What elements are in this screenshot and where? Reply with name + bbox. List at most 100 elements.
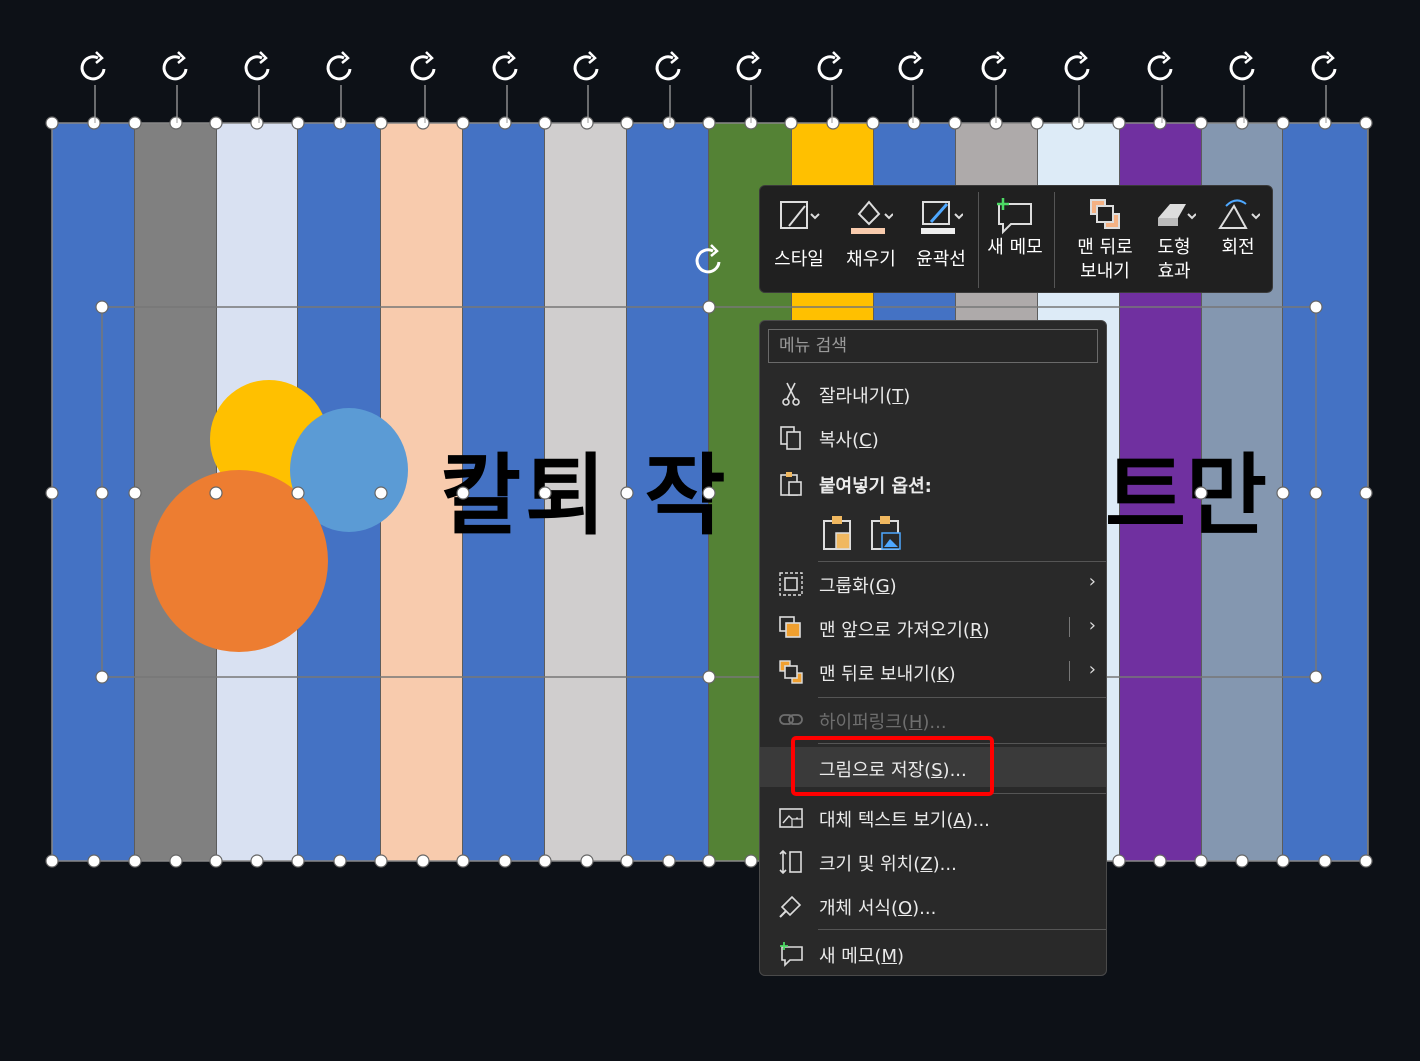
rotate-handle-icon[interactable] xyxy=(1229,55,1255,81)
resize-handle[interactable] xyxy=(1359,486,1373,500)
resize-handle[interactable] xyxy=(374,486,388,500)
rotate-handle-icon[interactable] xyxy=(817,55,843,81)
resize-handle[interactable] xyxy=(620,486,634,500)
resize-handle[interactable] xyxy=(620,116,634,130)
resize-handle[interactable] xyxy=(498,116,512,130)
resize-handle[interactable] xyxy=(702,300,716,314)
resize-handle[interactable] xyxy=(948,116,962,130)
stripe-rect[interactable] xyxy=(1283,123,1368,861)
menu-item-bring-to-front[interactable]: 맨 앞으로 가져오기(R) › xyxy=(760,607,1106,647)
resize-handle[interactable] xyxy=(95,300,109,314)
chevron-right-icon[interactable]: › xyxy=(1089,615,1096,636)
resize-handle[interactable] xyxy=(291,116,305,130)
resize-handle[interactable] xyxy=(209,116,223,130)
resize-handle[interactable] xyxy=(1112,854,1126,868)
resize-handle[interactable] xyxy=(538,854,552,868)
rotate-handle-icon[interactable] xyxy=(736,55,762,81)
resize-handle[interactable] xyxy=(45,854,59,868)
resize-handle[interactable] xyxy=(866,116,880,130)
resize-handle[interactable] xyxy=(1030,116,1044,130)
resize-handle[interactable] xyxy=(826,116,840,130)
resize-handle[interactable] xyxy=(580,854,594,868)
resize-handle[interactable] xyxy=(1235,854,1249,868)
rotate-handle-icon[interactable] xyxy=(162,55,188,81)
style-button[interactable]: 스타일 xyxy=(764,186,834,294)
resize-handle[interactable] xyxy=(702,854,716,868)
resize-handle[interactable] xyxy=(128,854,142,868)
rotate-handle-icon[interactable] xyxy=(981,55,1007,81)
resize-handle[interactable] xyxy=(169,854,183,868)
resize-handle[interactable] xyxy=(250,116,264,130)
menu-search-input[interactable] xyxy=(768,329,1098,363)
resize-handle[interactable] xyxy=(538,486,552,500)
menu-item-format-object[interactable]: 개체 서식(O)... xyxy=(760,885,1106,925)
resize-handle[interactable] xyxy=(1071,116,1085,130)
resize-handle[interactable] xyxy=(374,854,388,868)
resize-handle[interactable] xyxy=(291,486,305,500)
resize-handle[interactable] xyxy=(498,854,512,868)
resize-handle[interactable] xyxy=(1194,486,1208,500)
resize-handle[interactable] xyxy=(662,854,676,868)
resize-handle[interactable] xyxy=(620,854,634,868)
resize-handle[interactable] xyxy=(209,854,223,868)
resize-handle[interactable] xyxy=(784,116,798,130)
resize-handle[interactable] xyxy=(374,116,388,130)
resize-handle[interactable] xyxy=(1276,854,1290,868)
resize-handle[interactable] xyxy=(989,116,1003,130)
resize-handle[interactable] xyxy=(702,486,716,500)
resize-handle[interactable] xyxy=(1359,854,1373,868)
rotate-handle-icon[interactable] xyxy=(655,55,681,81)
resize-handle[interactable] xyxy=(1153,116,1167,130)
rotate-handle-icon[interactable] xyxy=(1147,55,1173,81)
slide-title-left[interactable]: 칼퇴 작 xyxy=(440,425,730,552)
resize-handle[interactable] xyxy=(1235,116,1249,130)
resize-handle[interactable] xyxy=(95,486,109,500)
resize-handle[interactable] xyxy=(416,854,430,868)
resize-handle[interactable] xyxy=(333,116,347,130)
stripe-rect[interactable] xyxy=(52,123,135,861)
resize-handle[interactable] xyxy=(45,116,59,130)
resize-handle[interactable] xyxy=(169,116,183,130)
menu-item-new-comment[interactable]: 새 메모(M) xyxy=(760,933,1106,973)
paste-keep-source-button[interactable] xyxy=(818,513,858,553)
resize-handle[interactable] xyxy=(1309,300,1323,314)
resize-handle[interactable] xyxy=(95,670,109,684)
rotate-handle-icon[interactable] xyxy=(326,55,352,81)
rotate-handle-icon[interactable] xyxy=(80,55,106,81)
rotate-handle-icon[interactable] xyxy=(898,55,924,81)
resize-handle[interactable] xyxy=(1112,116,1126,130)
resize-handle[interactable] xyxy=(744,116,758,130)
menu-item-alt-text[interactable]: 대체 텍스트 보기(A)... xyxy=(760,797,1106,837)
resize-handle[interactable] xyxy=(907,116,921,130)
fill-button[interactable]: 채우기 xyxy=(836,186,906,294)
resize-handle[interactable] xyxy=(87,854,101,868)
rotate-handle-icon[interactable] xyxy=(1311,55,1337,81)
resize-handle[interactable] xyxy=(416,116,430,130)
menu-item-copy[interactable]: 복사(C) xyxy=(760,417,1106,457)
shape-effects-button[interactable]: 도형 효과 xyxy=(1142,186,1206,294)
rotate-handle-icon[interactable] xyxy=(244,55,270,81)
resize-handle[interactable] xyxy=(291,854,305,868)
rotate-handle-icon[interactable] xyxy=(1064,55,1090,81)
resize-handle[interactable] xyxy=(702,670,716,684)
resize-handle[interactable] xyxy=(538,116,552,130)
resize-handle[interactable] xyxy=(45,486,59,500)
menu-item-send-to-back[interactable]: 맨 뒤로 보내기(K) › xyxy=(760,651,1106,691)
resize-handle[interactable] xyxy=(128,116,142,130)
send-to-back-button[interactable]: 맨 뒤로 보내기 xyxy=(1066,186,1144,294)
resize-handle[interactable] xyxy=(1194,854,1208,868)
resize-handle[interactable] xyxy=(744,854,758,868)
resize-handle[interactable] xyxy=(1153,854,1167,868)
resize-handle[interactable] xyxy=(1194,116,1208,130)
menu-item-hyperlink[interactable]: 하이퍼링크(H)... xyxy=(760,699,1106,739)
rotate-handle-icon[interactable] xyxy=(410,55,436,81)
resize-handle[interactable] xyxy=(87,116,101,130)
resize-handle[interactable] xyxy=(1318,854,1332,868)
chevron-right-icon[interactable]: › xyxy=(1089,659,1096,680)
resize-handle[interactable] xyxy=(456,854,470,868)
menu-item-size-position[interactable]: 크기 및 위치(Z)... xyxy=(760,841,1106,881)
resize-handle[interactable] xyxy=(702,116,716,130)
resize-handle[interactable] xyxy=(1309,670,1323,684)
menu-item-cut[interactable]: 잘라내기(T) xyxy=(760,373,1106,413)
resize-handle[interactable] xyxy=(580,116,594,130)
